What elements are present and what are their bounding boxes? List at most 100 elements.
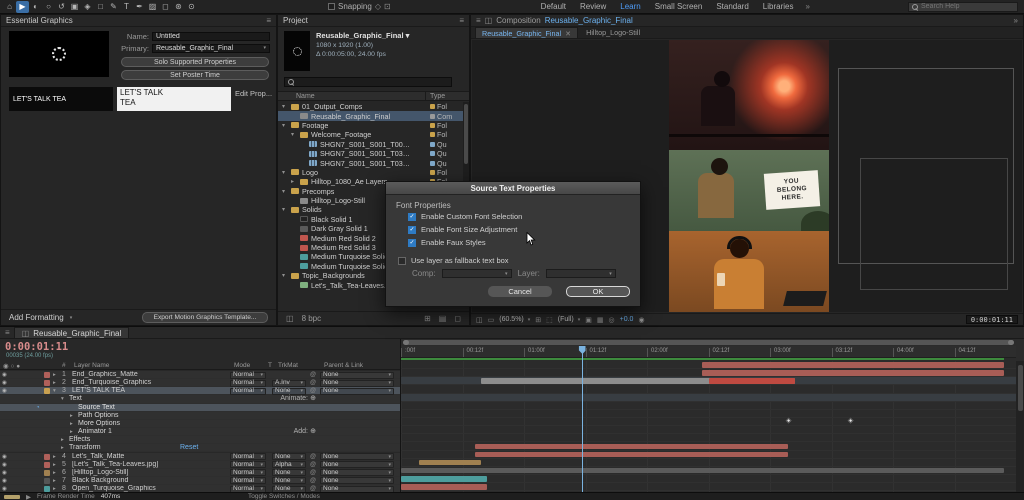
- primary-comp-dropdown[interactable]: Reusable_Graphic_Final ▾: [152, 43, 270, 53]
- parent-link-dropdown[interactable]: None ▾: [320, 371, 394, 379]
- timeline-group-row-path-options[interactable]: ▸ Path Options: [0, 411, 400, 420]
- preview-quality-chip[interactable]: [4, 494, 20, 499]
- animator-action-label[interactable]: Add:: [294, 428, 308, 436]
- trkmat-dropdown[interactable]: A.Inv ▾: [272, 379, 306, 387]
- timeline-group-row-text[interactable]: ▾ Text Animate: ⊕: [0, 395, 400, 404]
- visibility-toggle[interactable]: ◉: [2, 379, 7, 387]
- shape-tool-icon[interactable]: □: [94, 1, 107, 13]
- zoom-tool-icon[interactable]: ○: [42, 1, 55, 13]
- fallback-text-box-checkbox[interactable]: Use layer as fallback text box: [398, 256, 509, 265]
- pickwhip-icon[interactable]: @: [310, 485, 316, 492]
- workspace-tab-libraries[interactable]: Libraries: [763, 2, 794, 11]
- label-color-chip[interactable]: [44, 380, 50, 387]
- twirl-icon[interactable]: ▸: [53, 469, 56, 477]
- twirl-icon[interactable]: ▸: [53, 485, 56, 492]
- pan-behind-tool-icon[interactable]: ◈: [81, 1, 94, 13]
- workspace-tab-standard[interactable]: Standard: [716, 2, 748, 11]
- comp-dropdown[interactable]: ▾: [441, 269, 512, 278]
- mode-dropdown[interactable]: Normal ▾: [230, 477, 266, 485]
- timeline-group-row-transform[interactable]: ▸ Transform Reset: [0, 444, 400, 453]
- dialog-title[interactable]: Source Text Properties: [386, 182, 640, 195]
- twirl-icon[interactable]: ▾: [61, 395, 64, 403]
- type-tool-icon[interactable]: T: [120, 1, 133, 13]
- twirl-icon[interactable]: ▾: [282, 169, 288, 176]
- checkbox-enable-faux-styles[interactable]: ✓ Enable Faux Styles: [408, 238, 522, 247]
- label-color-chip[interactable]: [44, 453, 50, 460]
- panel-menu-icon[interactable]: ≡: [459, 16, 464, 25]
- orbit-tool-icon[interactable]: ↺: [55, 1, 68, 13]
- visibility-toggle[interactable]: ◉: [2, 371, 7, 379]
- parent-link-dropdown[interactable]: None ▾: [320, 453, 394, 460]
- pickwhip-icon[interactable]: @: [310, 371, 316, 379]
- pickwhip-icon[interactable]: @: [310, 477, 316, 485]
- twirl-icon[interactable]: ▸: [61, 436, 64, 444]
- layer-duration-bar-segment[interactable]: [708, 378, 795, 384]
- time-ruler[interactable]: :00f 00:12f 01:00f 01:12f 02:00f 02:12f 03:00f…: [401, 346, 1016, 358]
- column-name[interactable]: Name: [296, 93, 315, 100]
- timeline-layer-row-let-s-talk-tea-leaves-jpg[interactable]: ◉ ▸ 5 [Let's_Talk_Tea-Leaves.jpg] Normal ▾ Alp…: [0, 460, 400, 469]
- checkbox-enable-custom-font-selection[interactable]: ✓ Enable Custom Font Selection: [408, 212, 522, 221]
- layer-duration-bar[interactable]: [474, 443, 789, 449]
- panel-menu-icon[interactable]: ≡: [476, 16, 481, 25]
- timeline-prop-row-source-text[interactable]: ◔ Source Text: [0, 403, 400, 412]
- export-template-button[interactable]: Export Motion Graphics Template...: [142, 312, 268, 323]
- layer-duration-bar[interactable]: [401, 484, 488, 490]
- close-icon[interactable]: ✕: [565, 29, 571, 38]
- add-formatting-dropdown[interactable]: Add Formatting ▾: [9, 313, 72, 322]
- composition-panel-comp-name[interactable]: Reusable_Graphic_Final: [545, 16, 633, 25]
- project-search-box[interactable]: [284, 77, 452, 87]
- help-search-box[interactable]: [908, 1, 1018, 12]
- time-navigator-bar[interactable]: [403, 340, 1014, 345]
- viewer-tab-reusable-graphic-final[interactable]: Reusable_Graphic_Final ✕: [475, 27, 579, 38]
- trkmat-dropdown[interactable]: None ▾: [272, 469, 306, 477]
- puppet-tool-icon[interactable]: ⊙: [185, 1, 198, 13]
- twirl-icon[interactable]: ▸: [291, 178, 297, 185]
- parent-link-dropdown[interactable]: None ▾: [320, 379, 394, 387]
- timeline-layer-row-let-s-talk-tea[interactable]: ◉ ▾ 3 LET'S TALK TEA Normal ▾ None ▾ @ None ▾: [0, 387, 400, 396]
- label-color-chip[interactable]: [44, 461, 50, 468]
- hand-tool-icon[interactable]: ◐: [29, 1, 42, 13]
- mode-dropdown[interactable]: Normal ▾: [230, 371, 266, 379]
- exposure-value[interactable]: +0.0: [620, 316, 634, 323]
- magnification-icon[interactable]: ▭: [488, 316, 495, 324]
- text-property-preview[interactable]: LET'S TALK TEA: [9, 87, 113, 111]
- mode-dropdown[interactable]: Normal ▾: [230, 469, 266, 477]
- column-trkmat[interactable]: TrkMat: [278, 362, 298, 369]
- label-color-chip[interactable]: [44, 477, 50, 484]
- twirl-icon[interactable]: ▾: [291, 131, 297, 138]
- set-poster-time-button[interactable]: Set Poster Time: [121, 70, 269, 80]
- zoom-dropdown[interactable]: (60.5%) ▾: [499, 316, 530, 323]
- project-item-reusable-graphic-final[interactable]: Reusable_Graphic_Final Com: [278, 111, 464, 121]
- twirl-icon[interactable]: ▾: [282, 272, 288, 279]
- layer-duration-bar[interactable]: [401, 467, 1004, 474]
- home-tool-icon[interactable]: ⌂: [3, 1, 16, 13]
- trkmat-dropdown[interactable]: None ▾: [272, 387, 306, 395]
- column-parent-link[interactable]: Parent & Link: [324, 362, 363, 369]
- column-t[interactable]: T: [268, 362, 272, 369]
- timeline-layer-row-black-background[interactable]: ◉ ▸ 7 Black Background Normal ▾ None ▾ @ None ▾: [0, 476, 400, 486]
- pen-tool-icon[interactable]: ✎: [107, 1, 120, 13]
- panel-menu-icon[interactable]: ≡: [5, 328, 10, 337]
- composition-panel-label[interactable]: Composition: [496, 16, 540, 25]
- visibility-toggle[interactable]: ◉: [2, 485, 7, 492]
- project-item-footage[interactable]: ▾ Footage Fol: [278, 121, 464, 130]
- roto-brush-tool-icon[interactable]: ⊛: [172, 1, 185, 13]
- column-divider[interactable]: [425, 92, 426, 100]
- timeline-group-row-animator-1[interactable]: ▸ Animator 1 Add: ⊕: [0, 428, 400, 437]
- snap-option-icon[interactable]: ◇: [375, 2, 381, 11]
- pickwhip-icon[interactable]: @: [310, 461, 316, 469]
- trkmat-dropdown[interactable]: None ▾: [272, 477, 306, 485]
- resolution-dropdown[interactable]: (Full) ▾: [558, 316, 580, 323]
- project-item-shgn7-s001-s001-t006-mp4[interactable]: SHGN7_S001_S001_T006.mp4 Qu: [278, 140, 464, 149]
- snap-option2-icon[interactable]: ⊡: [384, 2, 391, 11]
- pickwhip-icon[interactable]: @: [310, 387, 316, 395]
- trash-icon[interactable]: ◻: [454, 314, 461, 323]
- project-item-01-output-comps[interactable]: ▾ 01_Output_Comps Fol: [278, 102, 464, 111]
- twirl-icon[interactable]: ▸: [53, 477, 56, 485]
- snapping-checkbox[interactable]: [328, 3, 335, 10]
- workspace-tab-learn[interactable]: Learn: [620, 2, 640, 11]
- brush-tool-icon[interactable]: ✒: [133, 1, 146, 13]
- twirl-icon[interactable]: ▸: [61, 444, 64, 452]
- solo-supported-properties-button[interactable]: Solo Supported Properties: [121, 57, 269, 67]
- timeline-layer-row-end-graphics-matte[interactable]: ◉ ▸ 1 End_Graphics_Matte Normal ▾ @ None ▾: [0, 371, 400, 380]
